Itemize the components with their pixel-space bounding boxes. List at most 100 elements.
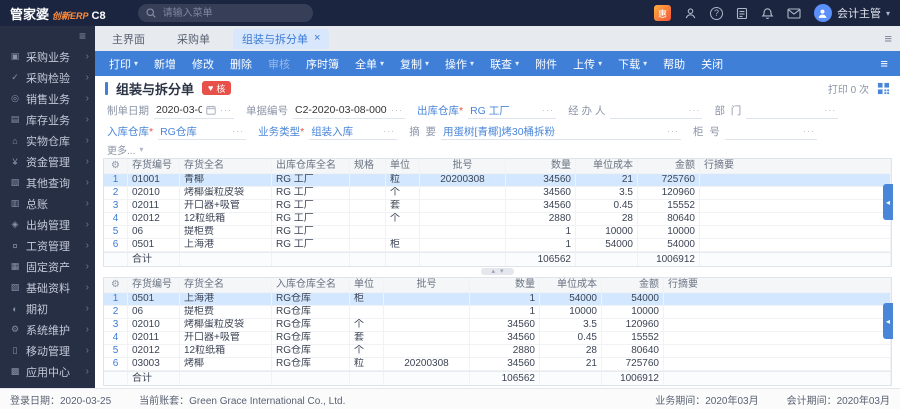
table-row[interactable]: 4 02011 开口器+吸管 RG仓库套 34560 0.45 15552	[104, 332, 891, 345]
upload-button[interactable]: 上传 ▾	[565, 51, 610, 76]
sidebar-item-inspection[interactable]: ✓ 采购检验 ›	[0, 67, 95, 88]
ellipsis-icon: ···	[383, 126, 396, 136]
handler-input[interactable]: ···	[610, 103, 703, 119]
sidebar-item-inventory[interactable]: ▤ 库存业务 ›	[0, 109, 95, 130]
user-menu[interactable]: 会计主管 ▾	[813, 4, 890, 22]
sidebar-item-query[interactable]: ▧ 其他查询 ›	[0, 172, 95, 193]
grid-collapse-handle[interactable]: ◂	[883, 303, 893, 339]
table-row[interactable]: 3 02011 开口器+吸管 RG 工厂套 34560 0.45 15552	[104, 200, 891, 213]
document-icon[interactable]	[736, 7, 748, 20]
sidebar-item-label: 实物仓库	[26, 135, 70, 148]
table-row[interactable]: 5 06 提柜费 RG 工厂 1 10000 10000	[104, 226, 891, 239]
in-warehouse-input[interactable]: RG仓库 ···	[158, 124, 247, 140]
sidebar-item-opening[interactable]: ◐ 期初 ›	[0, 298, 95, 319]
table-row[interactable]: 2 06 提柜费 RG仓库 1 10000 10000	[104, 306, 891, 319]
sidebar-item-assets[interactable]: ▦ 固定资产 ›	[0, 256, 95, 277]
sidebar-item-label: 基础资料	[26, 282, 70, 295]
doc-number-input[interactable]: C2-2020-03-08-00008 ···	[293, 103, 405, 119]
linkquery-button[interactable]: 联查 ▾	[482, 51, 527, 76]
table-row[interactable]: 1 0501 上海港 RG仓库柜 1 54000 54000	[104, 293, 891, 306]
register-button[interactable]: 序时簿	[298, 51, 347, 76]
tab-assembly[interactable]: 组装与拆分单 ×	[233, 28, 330, 49]
ellipsis-icon: ···	[391, 105, 403, 115]
tab-home[interactable]: 主界面	[103, 29, 154, 49]
help-icon[interactable]: ?	[709, 6, 723, 20]
sidebar-item-appcenter[interactable]: ▩ 应用中心 ›	[0, 361, 95, 382]
sales-icon: ◎	[11, 93, 19, 103]
table-row[interactable]: 3 02010 烤椰蛋粒皮袋 RG仓库个 34560 3.5 120960	[104, 319, 891, 332]
topbar-icons: 惠 ? 会计主管 ▾	[653, 4, 890, 22]
data-icon: ▨	[10, 282, 20, 292]
delete-button[interactable]: 删除	[222, 51, 260, 76]
close-button[interactable]: 关闭	[693, 51, 731, 76]
sidebar-item-warehouse[interactable]: ⌂ 实物仓库 ›	[0, 130, 95, 151]
accounting-period: 会计期间：2020年03月	[786, 395, 890, 407]
audited-stamp: ♥ 核	[202, 81, 232, 95]
print-count: 打印 0 次	[827, 84, 869, 96]
grid-collapse-handle[interactable]: ◂	[883, 184, 893, 220]
chevron-right-icon: ›	[85, 198, 89, 209]
field-in-warehouse: 入库仓库* RG仓库 ···	[107, 124, 247, 140]
chevron-right-icon: ›	[85, 366, 89, 377]
table-row[interactable]: 6 0501 上海港 RG 工厂柜 1 54000 54000	[104, 239, 891, 252]
table-row[interactable]: 2 02010 烤椰蛋粒皮袋 RG 工厂个 34560 3.5 120960	[104, 187, 891, 200]
summary-input[interactable]: 用蛋树[青椰]烤30桶拆粉 ···	[441, 124, 682, 140]
sidebar-item-cashier[interactable]: ◈ 出纳管理 ›	[0, 214, 95, 235]
check-icon: ✓	[11, 72, 19, 82]
biz-type-input[interactable]: 组装入库 ···	[309, 124, 398, 140]
download-button[interactable]: 下载 ▾	[610, 51, 655, 76]
logo-product: 创新ERP	[52, 10, 89, 21]
print-button[interactable]: 打印 ▾	[101, 51, 146, 76]
whole-button[interactable]: 全单 ▾	[347, 51, 392, 76]
search-input[interactable]	[160, 6, 291, 20]
tab-list-icon[interactable]: ≡	[884, 31, 892, 46]
edit-button[interactable]: 修改	[184, 51, 222, 76]
field-department: 部 门 ···	[714, 103, 839, 119]
table-row[interactable]: 1 01001 青椰 RG 工厂粒 20200308 34560 21 725760	[104, 174, 891, 187]
sidebar-item-ledger[interactable]: ▥ 总账 ›	[0, 193, 95, 214]
logo-brand: 管家婆	[10, 6, 50, 22]
table-row[interactable]: 4 02012 12粒纸箱 RG 工厂个 2880 28 80640	[104, 213, 891, 226]
qr-code-icon[interactable]	[877, 82, 890, 95]
department-input[interactable]: ···	[746, 103, 839, 119]
attachment-button[interactable]: 附件	[527, 51, 565, 76]
sidebar-item-label: 出纳管理	[26, 219, 70, 232]
gear-icon: ⚙	[104, 278, 128, 292]
toolbar-more-icon[interactable]: ≡	[874, 56, 894, 71]
date-input[interactable]: 2020-03-08 ···	[154, 103, 234, 119]
more-fields-link[interactable]: 更多...	[107, 142, 135, 157]
copy-button[interactable]: 复制 ▾	[392, 51, 437, 76]
mail-icon[interactable]	[787, 7, 801, 19]
promo-icon[interactable]: 惠	[653, 5, 671, 21]
table-row[interactable]: 5 02012 12粒纸箱 RG仓库个 2880 28 80640	[104, 345, 891, 358]
sidebar-item-mobile[interactable]: ▯ 移动管理 ›	[0, 340, 95, 361]
cabinet-no-input[interactable]: ···	[724, 124, 817, 140]
caret-down-icon: ▾	[643, 59, 648, 68]
bell-icon[interactable]	[761, 7, 774, 20]
sidebar-item-purchase[interactable]: ▣ 采购业务 ›	[0, 46, 95, 67]
sidebar-item-funds[interactable]: ¥ 资金管理 ›	[0, 151, 95, 172]
sidebar-item-payroll[interactable]: ¤ 工资管理 ›	[0, 235, 95, 256]
tab-purchase[interactable]: 采购单	[168, 29, 219, 49]
user-add-icon[interactable]	[684, 7, 697, 20]
sidebar-item-basedata[interactable]: ▨ 基础资料 ›	[0, 277, 95, 298]
sidebar-item-sales[interactable]: ◎ 销售业务 ›	[0, 88, 95, 109]
new-button[interactable]: 新增	[146, 51, 184, 76]
table-row[interactable]: 6 03003 烤椰 RG仓库粒 20200308 34560 21 725760	[104, 358, 891, 371]
chevron-right-icon: ›	[85, 261, 89, 272]
out-warehouse-input[interactable]: RG 工厂 ···	[468, 103, 557, 119]
sidebar-collapse-icon[interactable]: ≡	[79, 29, 86, 43]
global-search[interactable]	[137, 4, 313, 22]
field-value: 组装入库	[311, 125, 354, 138]
sidebar: ≡ ▣ 采购业务 › ✓ 采购检验 › ◎ 销售业务 › ▤ 库存业务 › ⌂ 实物仓库 › ¥ 资金管理 › ▧ 其…	[0, 26, 95, 388]
help-button[interactable]: 帮助	[655, 51, 693, 76]
splitter-handle[interactable]: ▴ ▾	[481, 267, 514, 275]
close-icon[interactable]: ×	[314, 33, 320, 44]
sidebar-item-label: 其他查询	[26, 177, 70, 190]
field-label: 单据编号	[246, 105, 288, 117]
grid-splitter: ▴ ▾	[95, 267, 900, 275]
audit-button[interactable]: 审核	[260, 51, 298, 76]
action-button[interactable]: 操作 ▾	[437, 51, 482, 76]
sidebar-item-system[interactable]: ⚙ 系统维护 ›	[0, 319, 95, 340]
calendar-icon[interactable]	[206, 105, 216, 115]
